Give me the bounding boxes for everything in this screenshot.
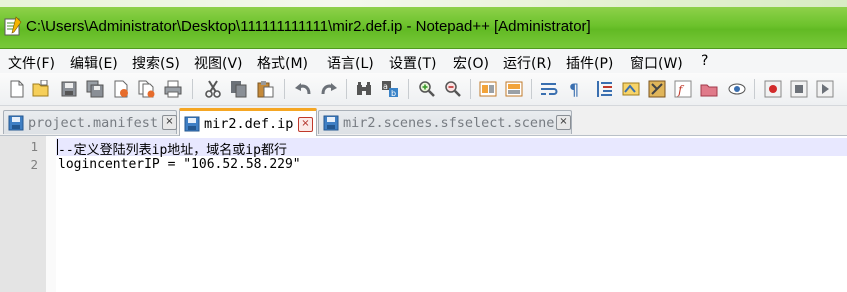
- paste-icon[interactable]: [254, 78, 275, 99]
- save-status-icon: [8, 115, 24, 131]
- code-line[interactable]: --定义登陆列表ip地址，域名或ip都行: [58, 139, 287, 158]
- tab-label: mir2.scenes.sfselect.scene: [343, 115, 555, 131]
- editor-area[interactable]: 1 2 --定义登陆列表ip地址，域名或ip都行 logincenterIP =…: [0, 136, 847, 292]
- menu-file[interactable]: 文件(F): [8, 53, 55, 73]
- fold-margin[interactable]: [46, 136, 56, 292]
- menu-format[interactable]: 格式(M): [257, 53, 308, 73]
- menu-run[interactable]: 运行(R): [503, 53, 552, 73]
- menu-search[interactable]: 搜索(S): [132, 53, 180, 73]
- save-all-icon[interactable]: [84, 78, 105, 99]
- sync-horizontal-icon[interactable]: [503, 78, 524, 99]
- menu-edit[interactable]: 编辑(E): [70, 53, 118, 73]
- zoom-out-icon[interactable]: [442, 78, 463, 99]
- tab-bar: project.manifest × mir2.def.ip × mir2.sc…: [0, 106, 847, 136]
- folder-workspace-icon[interactable]: [698, 78, 719, 99]
- find-icon[interactable]: [353, 78, 374, 99]
- new-file-icon[interactable]: [6, 78, 27, 99]
- replace-icon[interactable]: ab: [379, 78, 400, 99]
- menu-macro[interactable]: 宏(O): [453, 53, 489, 73]
- sync-vertical-icon[interactable]: [477, 78, 498, 99]
- print-icon[interactable]: [162, 78, 183, 99]
- toolbar-separator: [284, 79, 285, 99]
- desktop-edge: [0, 0, 847, 7]
- word-wrap-icon[interactable]: [538, 78, 559, 99]
- menu-window[interactable]: 窗口(W): [630, 53, 683, 73]
- indent-guide-icon[interactable]: [594, 78, 615, 99]
- zoom-in-icon[interactable]: [416, 78, 437, 99]
- toolbar-separator: [408, 79, 409, 99]
- code-line[interactable]: logincenterIP = "106.52.58.229": [58, 157, 301, 172]
- open-file-icon[interactable]: [30, 78, 51, 99]
- copy-icon[interactable]: [228, 78, 249, 99]
- tab-project-manifest[interactable]: project.manifest ×: [3, 110, 177, 134]
- save-status-icon: [323, 115, 339, 131]
- svg-text:a: a: [383, 82, 388, 91]
- cut-icon[interactable]: [202, 78, 223, 99]
- tab-label: mir2.def.ip: [204, 116, 294, 132]
- undo-icon[interactable]: [292, 78, 313, 99]
- line-number: 2: [30, 157, 38, 172]
- tab-close-button[interactable]: ×: [162, 115, 177, 130]
- user-lang-icon[interactable]: [620, 78, 641, 99]
- menu-bar: 文件(F) 编辑(E) 搜索(S) 视图(V) 格式(M) 语言(L) 设置(T…: [0, 49, 847, 73]
- toolbar-separator: [531, 79, 532, 99]
- menu-plugins[interactable]: 插件(P): [566, 53, 613, 73]
- window-title: C:\Users\Administrator\Desktop\111111111…: [26, 18, 591, 35]
- toolbar-separator: [754, 79, 755, 99]
- toolbar: ab ¶ f: [0, 73, 847, 106]
- tab-close-button[interactable]: ×: [298, 117, 313, 132]
- menu-view[interactable]: 视图(V): [194, 53, 243, 73]
- menu-settings[interactable]: 设置(T): [389, 53, 436, 73]
- toolbar-separator: [346, 79, 347, 99]
- tab-mir2-scenes-sfselect-scene[interactable]: mir2.scenes.sfselect.scene ×: [318, 110, 572, 134]
- toolbar-separator: [192, 79, 193, 99]
- svg-text:b: b: [391, 89, 396, 98]
- play-macro-icon[interactable]: [814, 78, 835, 99]
- doc-map-icon[interactable]: [646, 78, 667, 99]
- close-icon[interactable]: [110, 78, 131, 99]
- notepadpp-app-icon: [4, 16, 22, 36]
- menu-help[interactable]: ?: [701, 53, 708, 69]
- show-all-chars-icon[interactable]: ¶: [564, 78, 585, 99]
- redo-icon[interactable]: [318, 78, 339, 99]
- save-status-icon: [184, 116, 200, 132]
- tab-close-button[interactable]: ×: [556, 115, 571, 130]
- text-cursor: [57, 139, 58, 155]
- tab-label: project.manifest: [28, 115, 159, 131]
- save-icon[interactable]: [58, 78, 79, 99]
- close-all-icon[interactable]: [136, 78, 157, 99]
- record-macro-icon[interactable]: [762, 78, 783, 99]
- svg-text:¶: ¶: [569, 80, 579, 98]
- stop-record-icon[interactable]: [788, 78, 809, 99]
- title-bar[interactable]: C:\Users\Administrator\Desktop\111111111…: [0, 7, 847, 49]
- line-number: 1: [30, 139, 38, 154]
- tab-mir2-def-ip[interactable]: mir2.def.ip ×: [179, 108, 317, 136]
- monitor-icon[interactable]: [726, 78, 747, 99]
- line-number-gutter: 1 2: [0, 136, 46, 292]
- menu-language[interactable]: 语言(L): [327, 53, 374, 73]
- function-list-icon[interactable]: f: [672, 78, 693, 99]
- toolbar-separator: [470, 79, 471, 99]
